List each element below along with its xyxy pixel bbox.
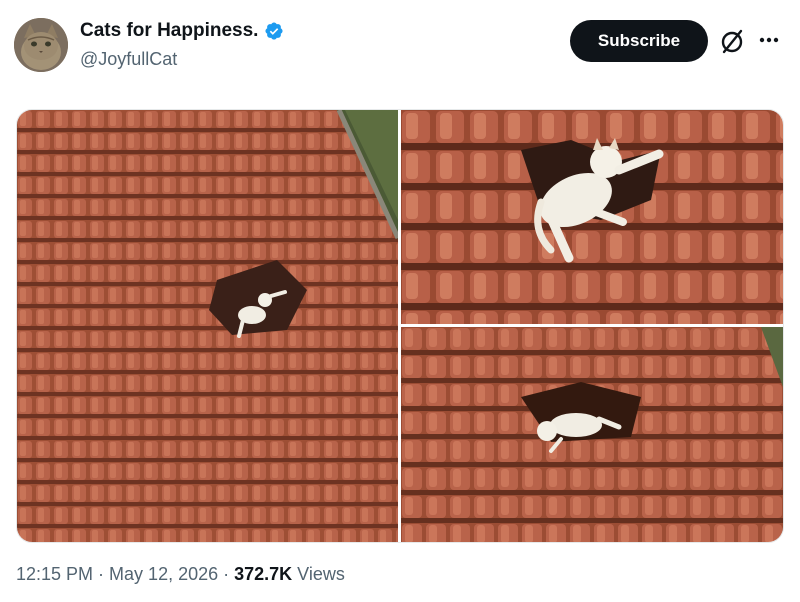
post-date[interactable]: May 12, 2026: [109, 564, 218, 585]
subscribe-button[interactable]: Subscribe: [570, 20, 708, 62]
avatar[interactable]: [14, 18, 68, 72]
post-time[interactable]: 12:15 PM: [16, 564, 93, 585]
grok-icon[interactable]: [718, 28, 746, 56]
post-metadata: 12:15 PM · May 12, 2026 · 372.7K Views: [16, 564, 345, 585]
views-label: Views: [297, 564, 345, 584]
author-display-name[interactable]: Cats for Happiness.: [80, 20, 258, 42]
post-header: Cats for Happiness. @JoyfullCat Subscrib…: [0, 0, 800, 100]
meta-separator: ·: [223, 564, 230, 584]
post-photo-3[interactable]: [401, 327, 783, 542]
verified-badge-icon: [265, 22, 283, 40]
meta-separator: ·: [98, 564, 105, 584]
media-grid: [16, 109, 784, 543]
more-horizontal-icon[interactable]: [756, 27, 782, 53]
post-photo-1[interactable]: [17, 110, 398, 542]
author-handle[interactable]: @JoyfullCat: [80, 49, 177, 70]
views-count: 372.7K: [234, 564, 293, 584]
post-photo-2[interactable]: [401, 110, 783, 324]
